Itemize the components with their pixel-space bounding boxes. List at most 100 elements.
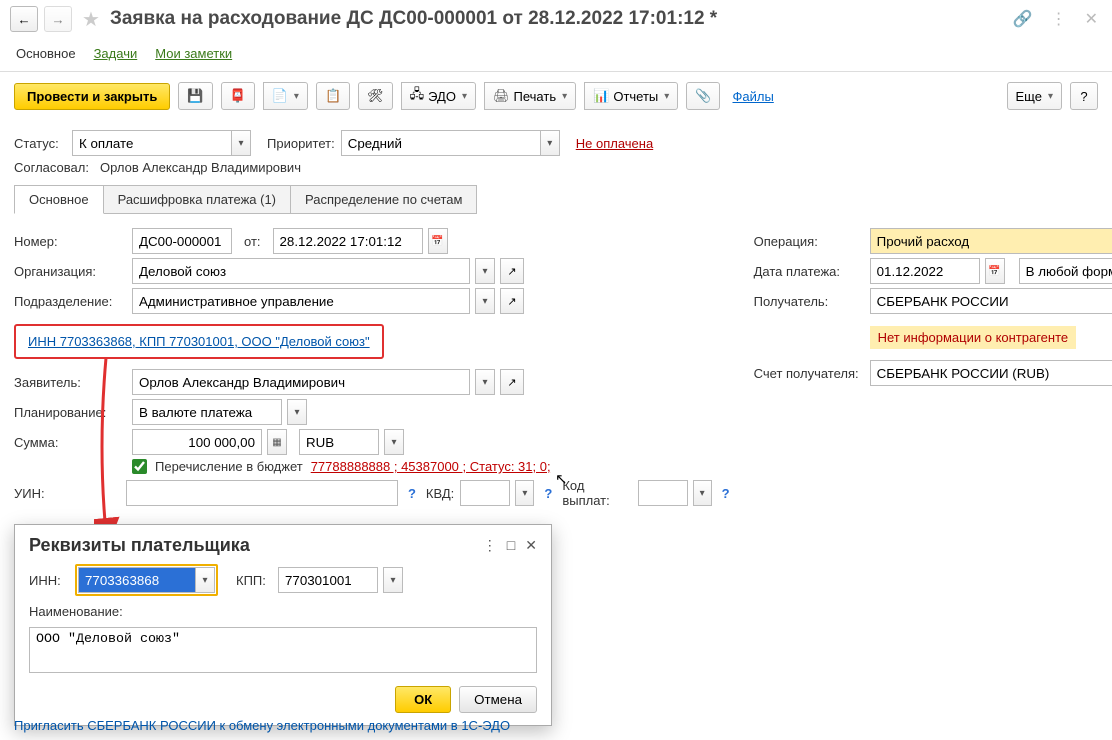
star-icon[interactable]: ★	[78, 7, 104, 32]
org-dd[interactable]: ▾	[475, 258, 495, 284]
print-button[interactable]: 🖨 Печать▾	[484, 82, 576, 110]
kodvyplat-label: Код выплат:	[562, 478, 631, 508]
applicant-label: Заявитель:	[14, 375, 126, 390]
navtab-main[interactable]: Основное	[16, 46, 76, 61]
kodvyplat-input[interactable]	[638, 480, 688, 506]
operation-input[interactable]	[870, 228, 1112, 254]
org-open[interactable]: ↗	[500, 258, 524, 284]
kvd-dd[interactable]: ▾	[515, 480, 534, 506]
more-button[interactable]: Еще▾	[1007, 82, 1062, 110]
dept-open[interactable]: ↗	[500, 288, 524, 314]
uin-input[interactable]	[126, 480, 398, 506]
popup-inn-input[interactable]	[78, 567, 196, 593]
popup-kpp-dd[interactable]: ▾	[383, 567, 403, 593]
plan-dd[interactable]: ▾	[287, 399, 307, 425]
chevron-down-icon: ▾	[562, 91, 567, 102]
create-based-button[interactable]: 📄▾	[263, 82, 308, 110]
kvd-label: КВД:	[426, 486, 454, 501]
list-icon: 📋	[325, 88, 341, 104]
account-label: Счет получателя:	[754, 366, 864, 381]
agreed-label: Согласовал:	[14, 160, 94, 175]
paperclip-icon: 📎	[695, 88, 711, 104]
paydate-input[interactable]	[870, 258, 980, 284]
post-icon: 📮	[230, 88, 246, 104]
not-paid-link[interactable]: Не оплачена	[576, 136, 653, 151]
popup-inn-dd[interactable]: ▾	[195, 567, 215, 593]
kvd-help-icon[interactable]: ?	[544, 486, 552, 501]
cardtab-main[interactable]: Основное	[14, 185, 104, 214]
popup-title: Реквизиты плательщика	[29, 535, 483, 556]
budget-details-link[interactable]: 77788888888 ; 45387000 ; Статус: 31; 0;	[311, 459, 551, 474]
uin-help-icon[interactable]: ?	[408, 486, 416, 501]
inn-link[interactable]: ИНН 7703363868, КПП 770301001, ООО "Дело…	[28, 334, 370, 349]
applicant-input[interactable]	[132, 369, 470, 395]
budget-checkbox[interactable]	[132, 459, 147, 474]
currency-dd[interactable]: ▾	[384, 429, 404, 455]
forward-button[interactable]: →	[44, 6, 72, 32]
post-and-close-button[interactable]: Провести и закрыть	[14, 83, 170, 110]
priority-dd[interactable]: ▾	[540, 130, 560, 156]
popup-kpp-input[interactable]	[278, 567, 378, 593]
inn-highlight-box: ИНН 7703363868, КПП 770301001, ООО "Дело…	[14, 324, 384, 359]
link-icon[interactable]: 🔗	[1009, 7, 1037, 31]
sum-calc[interactable]: ▦	[267, 429, 287, 455]
kodvyplat-dd[interactable]: ▾	[693, 480, 712, 506]
payer-details-popup: Реквизиты плательщика ⋮ □ ✕ ИНН: ▾ КПП: …	[14, 524, 552, 726]
invite-edo-link[interactable]: Пригласить СБЕРБАНК РОССИИ к обмену элек…	[14, 718, 510, 733]
popup-kebab-icon[interactable]: ⋮	[483, 537, 497, 554]
number-label: Номер:	[14, 234, 126, 249]
popup-name-textarea[interactable]	[29, 627, 537, 673]
popup-cancel-button[interactable]: Отмена	[459, 686, 537, 713]
floppy-icon: 💾	[187, 88, 203, 104]
kebab-icon[interactable]: ⋮	[1047, 7, 1071, 31]
org-input[interactable]	[132, 258, 470, 284]
popup-maximize-icon[interactable]: □	[507, 537, 515, 554]
attach-button[interactable]: 📎	[686, 82, 720, 110]
close-window-icon[interactable]: ✕	[1081, 7, 1102, 31]
paydate-picker[interactable]: 📅	[985, 258, 1005, 284]
popup-ok-button[interactable]: ОК	[395, 686, 451, 713]
popup-name-label: Наименование:	[29, 604, 123, 619]
kvd-input[interactable]	[460, 480, 510, 506]
date-input[interactable]	[273, 228, 423, 254]
status-input[interactable]	[72, 130, 232, 156]
uin-label: УИН:	[14, 486, 120, 501]
cardtab-distrib[interactable]: Распределение по счетам	[290, 185, 477, 214]
applicant-open[interactable]: ↗	[500, 369, 524, 395]
navtab-notes[interactable]: Мои заметки	[155, 46, 232, 61]
number-input[interactable]	[132, 228, 232, 254]
list-button[interactable]: 📋	[316, 82, 350, 110]
account-input[interactable]	[870, 360, 1112, 386]
plan-input[interactable]	[132, 399, 282, 425]
popup-close-icon[interactable]: ✕	[525, 537, 537, 554]
priority-input[interactable]	[341, 130, 541, 156]
files-link[interactable]: Файлы	[732, 89, 773, 104]
reports-button[interactable]: 📊 Отчеты▾	[584, 82, 678, 110]
sum-input[interactable]	[132, 429, 262, 455]
edo-icon: 🖧	[410, 85, 425, 107]
post-button[interactable]: 📮	[221, 82, 255, 110]
chevron-down-icon: ▾	[1048, 91, 1053, 102]
dept-input[interactable]	[132, 288, 470, 314]
currency-input[interactable]	[299, 429, 379, 455]
priority-label: Приоритет:	[267, 136, 335, 151]
help-button[interactable]: ?	[1070, 82, 1098, 110]
back-button[interactable]: ←	[10, 6, 38, 32]
org-label: Организация:	[14, 264, 126, 279]
kodvyplat-help-icon[interactable]: ?	[722, 486, 730, 501]
date-picker[interactable]: 📅	[428, 228, 448, 254]
printer-icon: 🖨	[493, 88, 510, 104]
chevron-down-icon: ▾	[462, 91, 467, 102]
save-button[interactable]: 💾	[178, 82, 212, 110]
popup-kpp-label: КПП:	[236, 573, 272, 588]
settings-button[interactable]: 🛠	[358, 82, 393, 110]
dept-dd[interactable]: ▾	[475, 288, 495, 314]
cardtab-decode[interactable]: Расшифровка платежа (1)	[103, 185, 291, 214]
edo-button[interactable]: 🖧 ЭДО▾	[401, 82, 476, 110]
receiver-input[interactable]	[870, 288, 1112, 314]
applicant-dd[interactable]: ▾	[475, 369, 495, 395]
navtab-tasks[interactable]: Задачи	[94, 46, 138, 61]
payform-input[interactable]	[1019, 258, 1112, 284]
agreed-value: Орлов Александр Владимирович	[100, 160, 301, 175]
status-dd[interactable]: ▾	[231, 130, 251, 156]
